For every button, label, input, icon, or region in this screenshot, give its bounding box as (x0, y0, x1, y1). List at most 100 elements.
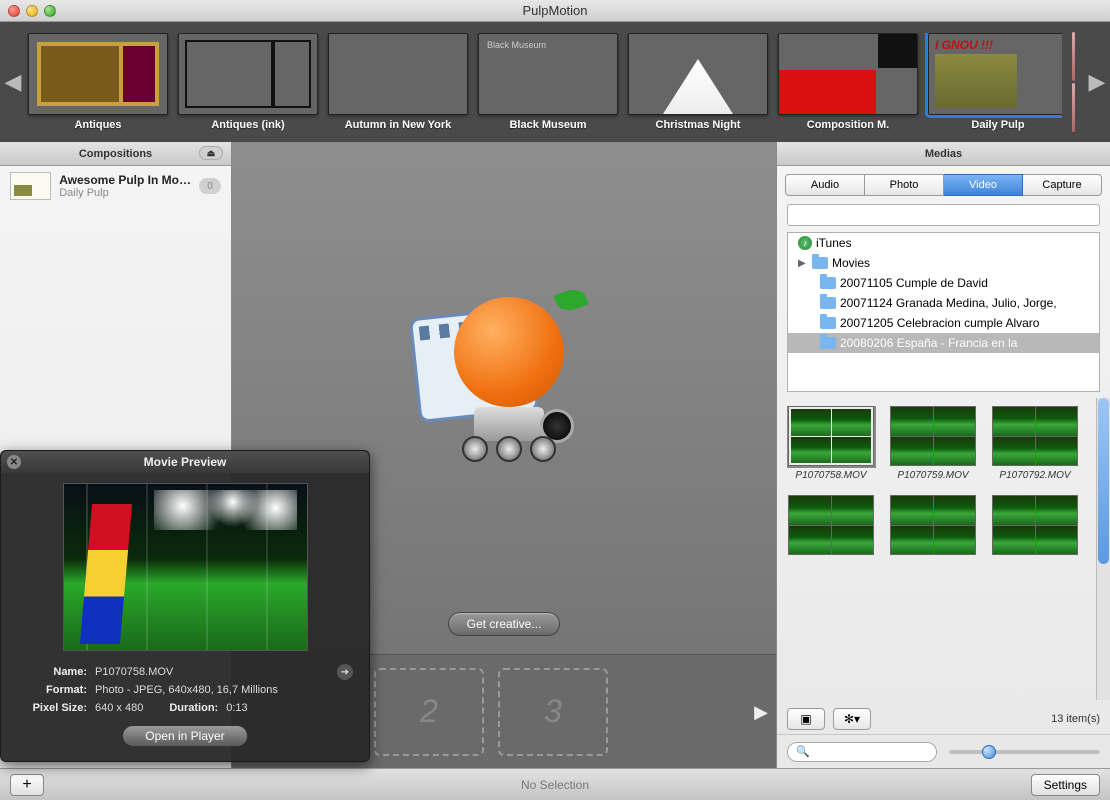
camera-icon: ▣ (800, 712, 811, 726)
media-tab-video[interactable]: Video (944, 174, 1023, 196)
template-name: Autumn in New York (345, 119, 452, 131)
composition-badge: 0 (199, 178, 221, 194)
get-creative-button[interactable]: Get creative... (448, 612, 561, 636)
eject-icon[interactable]: ⏏ (199, 146, 223, 160)
tree-row[interactable]: 20071105 Cumple de David (788, 273, 1099, 293)
template-autumn-in-new-york[interactable]: Autumn in New York (328, 33, 468, 131)
media-actions-button[interactable]: ✻▾ (833, 708, 871, 730)
media-thumb (992, 495, 1078, 555)
preview-name-value: P1070758.MOV (95, 666, 173, 678)
open-in-player-button[interactable]: Open in Player (122, 725, 247, 747)
template-name: Antiques (74, 119, 121, 131)
footer-status: No Selection (0, 778, 1110, 792)
template-thumb (628, 33, 768, 115)
tree-label: 20071205 Celebracion cumple Alvaro (840, 316, 1039, 330)
compositions-header-label: Compositions (79, 148, 152, 160)
template-christmas-night[interactable]: Christmas Night (628, 33, 768, 131)
movie-preview-title: Movie Preview (144, 455, 227, 469)
template-name: Antiques (ink) (211, 119, 284, 131)
drop-slots-next[interactable]: ▶ (754, 702, 768, 723)
medias-header: Medias (777, 142, 1110, 166)
folder-icon (812, 257, 828, 269)
media-filename: P1070759.MOV (897, 470, 968, 481)
tree-label: 20071105 Cumple de David (840, 276, 988, 290)
media-tab-photo[interactable]: Photo (865, 174, 944, 196)
preview-pixel-label: Pixel Size: (17, 702, 87, 714)
tree-row[interactable]: ▶ Movies (788, 253, 1099, 273)
composition-thumb (10, 172, 51, 200)
media-tab-capture[interactable]: Capture (1023, 174, 1102, 196)
titlebar: PulpMotion (0, 0, 1110, 22)
import-button[interactable]: ▣ (787, 708, 825, 730)
drop-slot-3[interactable]: 3 (498, 668, 608, 756)
template-daily-pulp[interactable]: Daily Pulp (928, 33, 1062, 131)
disclosure-icon[interactable]: ▶ (798, 258, 808, 269)
itunes-icon: ♪ (798, 236, 812, 250)
template-composition-m-[interactable]: Composition M. (778, 33, 918, 131)
template-name: Daily Pulp (971, 119, 1024, 131)
preview-format-value: Photo - JPEG, 640x480, 16,7 Millions (95, 684, 278, 696)
template-thumb (328, 33, 468, 115)
preview-duration-label: Duration: (169, 702, 218, 714)
template-antiques-ink-[interactable]: Antiques (ink) (178, 33, 318, 131)
media-tabs: AudioPhotoVideoCapture (777, 166, 1110, 204)
media-thumb (890, 406, 976, 466)
composition-item[interactable]: Awesome Pulp In Mo…Daily Pulp 0 (0, 166, 231, 206)
media-grid: P1070758.MOV P1070759.MOV P1070792.MOV (787, 406, 1104, 700)
media-tab-audio[interactable]: Audio (785, 174, 865, 196)
drop-slot-2[interactable]: 2 (374, 668, 484, 756)
media-thumb (992, 406, 1078, 466)
folder-icon (820, 337, 836, 349)
composition-title: Awesome Pulp In Mo… (59, 173, 191, 187)
media-search-input[interactable]: 🔍 (787, 742, 937, 762)
tree-row[interactable]: ♪ iTunes (788, 233, 1099, 253)
preview-format-label: Format: (17, 684, 87, 696)
media-thumb (890, 495, 976, 555)
media-item[interactable]: P1070792.MOV (991, 406, 1079, 481)
media-item[interactable] (991, 495, 1079, 559)
template-thumb (178, 33, 318, 115)
folder-icon (820, 297, 836, 309)
window-title: PulpMotion (0, 3, 1110, 18)
composition-subtitle: Daily Pulp (59, 187, 191, 199)
reveal-icon[interactable]: ➜ (337, 664, 353, 680)
template-prev[interactable]: ◀ (0, 26, 26, 138)
tree-row[interactable]: 20071124 Granada Medina, Julio, Jorge, (788, 293, 1099, 313)
template-strip: ◀ Antiques Antiques (ink) Autumn in New Yo… (0, 22, 1110, 142)
media-item[interactable]: P1070759.MOV (889, 406, 977, 481)
media-item[interactable]: P1070758.MOV (787, 406, 875, 481)
preview-pixel-value: 640 x 480 (95, 702, 143, 714)
media-item[interactable] (889, 495, 977, 559)
template-black-museum[interactable]: Black Museum (478, 33, 618, 131)
movie-preview-panel: ✕ Movie Preview Name: P1070758.MOV ➜ For… (0, 450, 370, 762)
tree-label: 20080206 España - Francia en la (840, 336, 1017, 350)
movie-preview-image[interactable] (63, 483, 308, 651)
tree-label: 20071124 Granada Medina, Julio, Jorge, (840, 296, 1057, 310)
template-thumb (778, 33, 918, 115)
gear-icon: ✻▾ (844, 712, 860, 726)
preview-duration-value: 0:13 (226, 702, 247, 714)
template-name: Black Museum (509, 119, 586, 131)
media-tree: ♪ iTunes ▶ Movies 20071105 Cumple de David 20… (787, 232, 1100, 392)
folder-icon (820, 317, 836, 329)
template-thumb (478, 33, 618, 115)
thumbnail-zoom-slider[interactable] (949, 743, 1100, 761)
close-icon[interactable]: ✕ (7, 455, 21, 469)
template-next[interactable]: ▶ (1084, 26, 1110, 138)
template-thumb (28, 33, 168, 115)
media-item-count: 13 item(s) (1051, 713, 1100, 725)
settings-button[interactable]: Settings (1031, 774, 1100, 796)
tree-row[interactable]: 20080206 España - Francia en la (788, 333, 1099, 353)
media-item[interactable] (787, 495, 875, 559)
medias-header-label: Medias (925, 148, 962, 160)
app-logo-icon (414, 292, 594, 462)
movie-preview-header[interactable]: ✕ Movie Preview (1, 451, 369, 473)
media-grid-scrollbar[interactable] (1096, 398, 1110, 700)
media-filename: P1070792.MOV (999, 470, 1070, 481)
template-antiques[interactable]: Antiques (28, 33, 168, 131)
tree-label: Movies (832, 256, 870, 270)
media-path-bar[interactable] (787, 204, 1100, 226)
tree-label: iTunes (816, 236, 852, 250)
tree-row[interactable]: 20071205 Celebracion cumple Alvaro (788, 313, 1099, 333)
template-name: Composition M. (807, 119, 890, 131)
